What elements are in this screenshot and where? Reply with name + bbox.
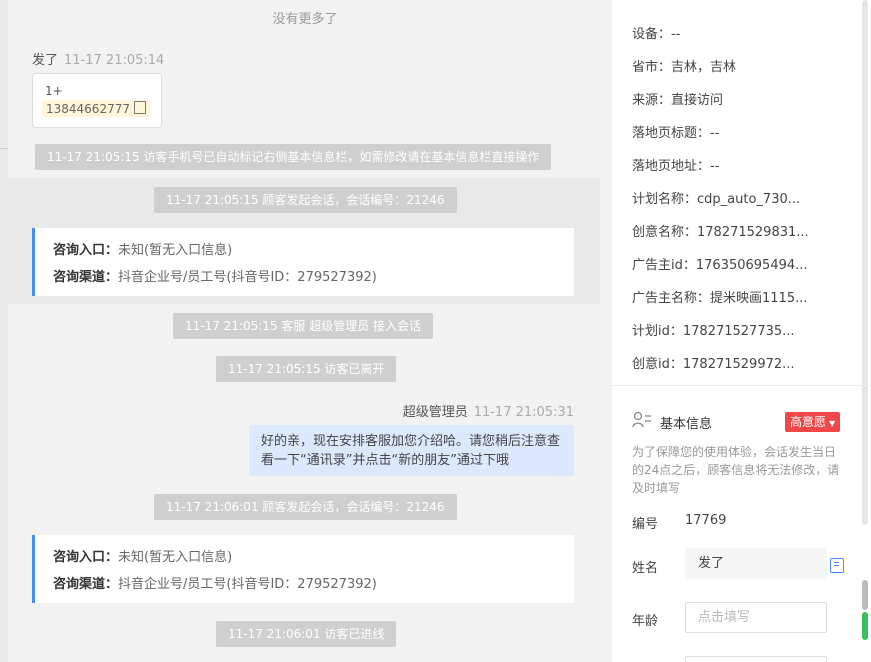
intent-dropdown[interactable]: 高意愿 ▼: [785, 412, 841, 432]
detail-creative-name: 创意名称：178271529831...: [632, 225, 809, 240]
system-message: 11-17 21:06:01 访客已进线: [216, 621, 397, 647]
agent-message-time: 11-17 21:05:31: [473, 405, 574, 420]
agent-message-bubble: 好的亲，现在安排客服加您介绍哈。请您稍后注意查 看一下“通讯录”并点击“新的朋友…: [249, 425, 574, 476]
agent-message-meta: 超级管理员 11-17 21:05:31: [403, 401, 574, 420]
consult-entry-row: 咨询入口：未知(暂无入口信息): [53, 550, 233, 565]
consult-entry-row: 咨询入口：未知(暂无入口信息): [53, 243, 233, 258]
consult-channel-row: 咨询渠道：抖音企业号/员工号(抖音号ID：279527392): [53, 577, 377, 592]
detail-landing-title: 落地页标题：--: [632, 126, 720, 141]
user-list-icon: [632, 411, 651, 428]
consult-info-card: 咨询入口：未知(暂无入口信息) 咨询渠道：抖音企业号/员工号(抖音号ID：279…: [32, 228, 574, 296]
detail-device: 设备：--: [632, 27, 681, 42]
visitor-message-meta: 发了 11-17 21:05:14: [32, 49, 164, 68]
system-message: 11-17 21:05:15 访客手机号已自动标记右侧基本信息栏，如需修改请在基…: [35, 144, 552, 170]
chat-area: 没有更多了 发了 11-17 21:05:14 1+ 13844662777 11…: [0, 0, 610, 662]
system-message: 11-17 21:06:01 顾客发起会话，会话编号：21246: [154, 494, 457, 520]
customer-info-panel: 设备：-- 省市：吉林，吉林 来源：直接访问 落地页标题：-- 落地页地址：--…: [612, 0, 871, 662]
visitor-phone[interactable]: 13844662777: [42, 100, 150, 117]
detail-plan-id: 计划id：178271527735...: [632, 324, 795, 339]
name-label: 姓名: [632, 561, 659, 576]
copy-icon[interactable]: [830, 558, 844, 573]
panel-scrollbar-track[interactable]: [862, 0, 868, 525]
detail-plan-name: 计划名称：cdp_auto_730...: [632, 192, 801, 207]
visitor-message-bubble: 1+ 13844662777: [32, 73, 162, 128]
agent-message-line: 好的亲，现在安排客服加您介绍哈。请您稍后注意查: [261, 434, 561, 449]
next-field-input[interactable]: [685, 656, 827, 662]
caret-down-icon[interactable]: ▼: [829, 419, 835, 428]
detail-province-city: 省市：吉林，吉林: [632, 60, 737, 75]
detail-advertiser-id: 广告主id：176350695494...: [632, 258, 808, 273]
id-label: 编号: [632, 517, 659, 532]
visitor-message-text: 1+: [45, 84, 63, 98]
intent-badge-label[interactable]: 高意愿: [790, 415, 826, 429]
consult-channel-row: 咨询渠道：抖音企业号/员工号(抖音号ID：279527392): [53, 270, 377, 285]
left-edge-strip: [0, 0, 8, 662]
section-divider: [612, 385, 871, 386]
visitor-phone-number[interactable]: 13844662777: [46, 102, 130, 116]
panel-scrollbar[interactable]: [862, 580, 868, 640]
detail-creative-id: 创意id：178271529972...: [632, 357, 795, 372]
basic-info-title: 基本信息: [660, 417, 713, 432]
detail-advertiser-name: 广告主名称：提米映画1115...: [632, 291, 808, 306]
visitor-name: 发了: [32, 53, 59, 68]
age-input[interactable]: 点击填写: [685, 602, 827, 633]
consult-info-card: 咨询入口：未知(暂无入口信息) 咨询渠道：抖音企业号/员工号(抖音号ID：279…: [32, 535, 574, 603]
name-field[interactable]: 发了: [685, 548, 827, 579]
system-message: 11-17 21:05:15 访客已离开: [216, 356, 397, 382]
age-label: 年龄: [632, 614, 659, 629]
id-value: 17769: [685, 513, 727, 528]
copy-icon[interactable]: [133, 101, 146, 114]
detail-landing-url: 落地页地址：--: [632, 159, 720, 174]
scrollbar-indicator[interactable]: [862, 612, 868, 640]
visitor-message-time: 11-17 21:05:14: [64, 53, 165, 68]
scrollbar-thumb[interactable]: [862, 580, 868, 610]
edit-notice: 为了保障您的使用体验，会话发生当日的24点之后，顾客信息将无法修改，请及时填写: [632, 445, 840, 495]
system-message: 11-17 21:05:15 客服 超级管理员 接入会话: [173, 313, 434, 339]
no-more-label: 没有更多了: [272, 12, 338, 27]
agent-name: 超级管理员: [402, 405, 468, 420]
strip-divider: [0, 148, 8, 149]
detail-source: 来源：直接访问: [632, 93, 724, 108]
agent-message-line: 看一下“通讯录”并点击“新的朋友”通过下哦: [261, 453, 509, 468]
system-message: 11-17 21:05:15 顾客发起会话，会话编号：21246: [154, 187, 457, 213]
